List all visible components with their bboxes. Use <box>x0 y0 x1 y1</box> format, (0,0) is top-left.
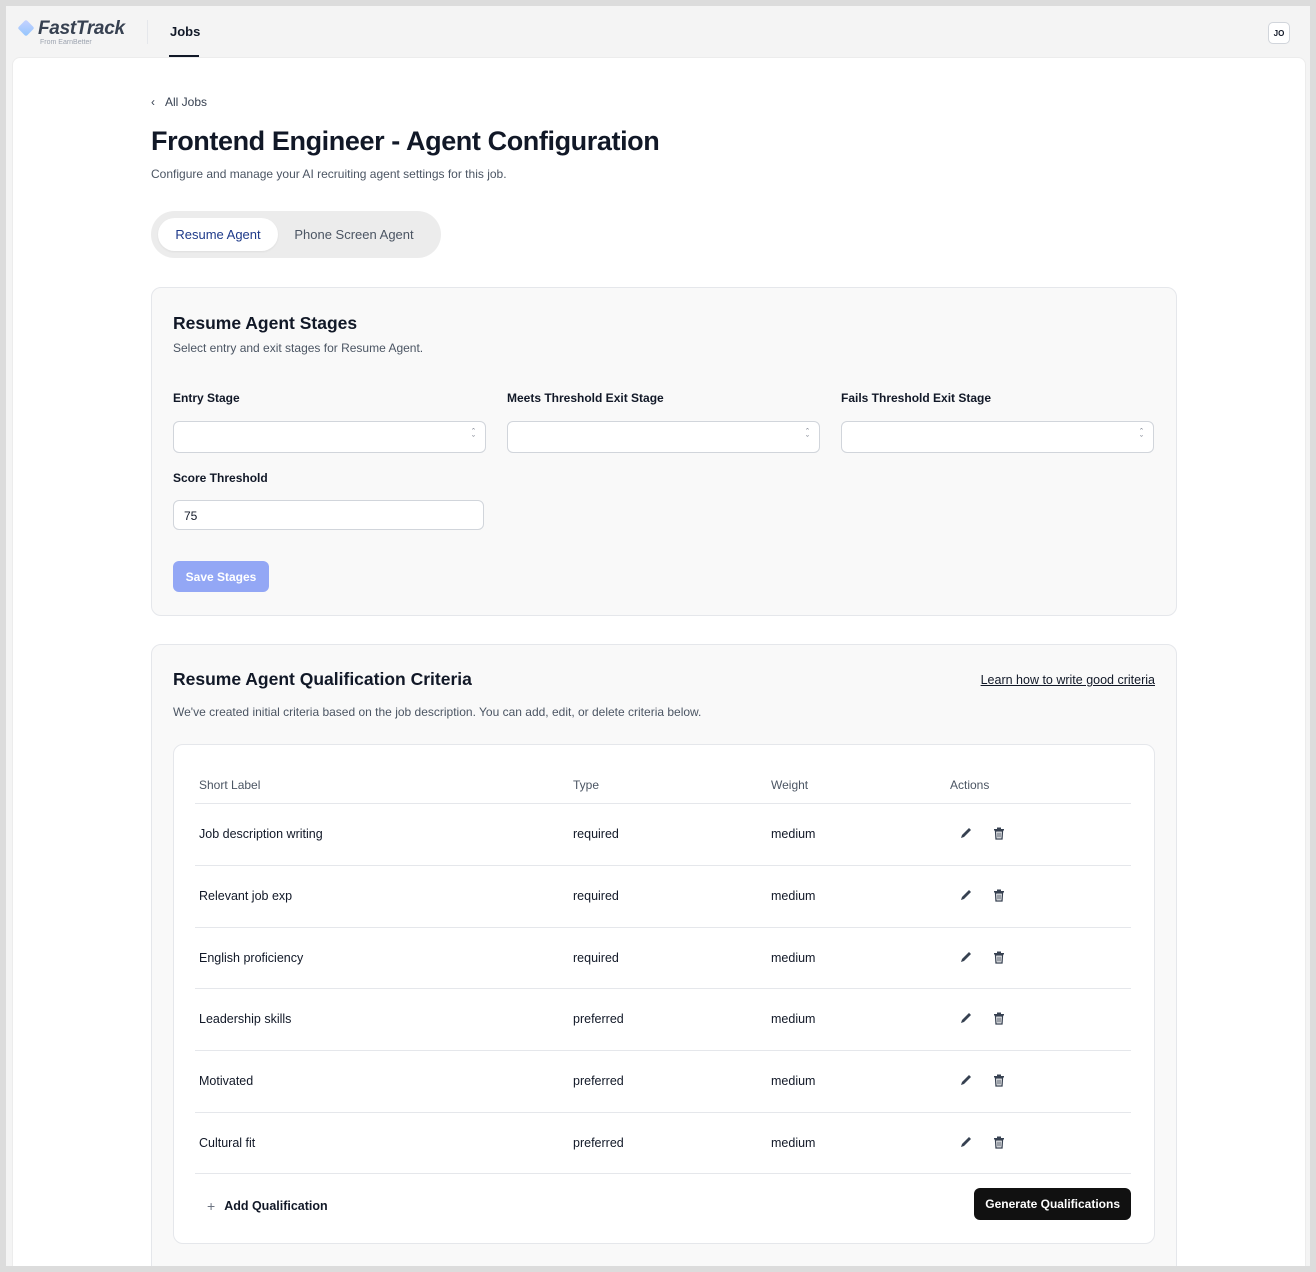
edit-pencil-icon[interactable] <box>957 886 975 904</box>
score-threshold-label: Score Threshold <box>173 471 268 485</box>
column-header-weight: Weight <box>771 778 809 792</box>
top-navigation: FastTrack From EarnBetter Jobs JO <box>6 6 1310 58</box>
score-threshold-input[interactable]: 75 <box>173 500 484 530</box>
trash-icon[interactable] <box>990 886 1008 904</box>
column-header-type: Type <box>573 778 600 792</box>
main-content: ‹ All Jobs Frontend Engineer - Agent Con… <box>12 57 1306 1266</box>
trash-icon[interactable] <box>990 824 1008 842</box>
trash-icon[interactable] <box>990 1071 1008 1089</box>
row-weight: medium <box>771 1074 816 1088</box>
nav-jobs-tab[interactable]: Jobs <box>170 24 200 39</box>
row-type: required <box>573 889 619 903</box>
trash-icon[interactable] <box>990 1009 1008 1027</box>
row-weight: medium <box>771 827 816 841</box>
row-weight: medium <box>771 951 816 965</box>
logo-diamond-icon <box>17 19 35 37</box>
tab-phone-screen-agent[interactable]: Phone Screen Agent <box>284 218 424 251</box>
save-stages-button[interactable]: Save Stages <box>173 561 269 592</box>
column-header-short-label: Short Label <box>199 778 261 792</box>
trash-icon[interactable] <box>990 1133 1008 1151</box>
edit-pencil-icon[interactable] <box>957 1009 975 1027</box>
select-arrows-icon: ˆˇ <box>472 427 475 444</box>
row-label: Relevant job exp <box>199 889 293 903</box>
nav-divider <box>147 20 148 44</box>
stages-title: Resume Agent Stages <box>173 313 358 333</box>
back-chevron-icon: ‹ <box>151 95 155 109</box>
add-qualification-button[interactable]: + Add Qualification <box>207 1198 328 1214</box>
entry-stage-label: Entry Stage <box>173 391 240 405</box>
criteria-subtitle: We've created initial criteria based on … <box>173 705 702 719</box>
table-row: English proficiency required medium <box>195 927 1131 990</box>
fails-threshold-exit-select[interactable]: ˆˇ <box>841 421 1154 453</box>
meets-threshold-label: Meets Threshold Exit Stage <box>507 391 664 405</box>
meets-threshold-exit-select[interactable]: ˆˇ <box>507 421 820 453</box>
row-weight: medium <box>771 1136 816 1150</box>
edit-pencil-icon[interactable] <box>957 1133 975 1151</box>
add-qualification-label: Add Qualification <box>224 1199 328 1213</box>
row-type: preferred <box>573 1074 624 1088</box>
row-label: Cultural fit <box>199 1136 256 1150</box>
row-type: preferred <box>573 1012 624 1026</box>
table-row: Cultural fit preferred medium <box>195 1112 1131 1175</box>
edit-pencil-icon[interactable] <box>957 824 975 842</box>
brand-name: FastTrack <box>38 18 125 39</box>
row-label: Job description writing <box>199 827 323 841</box>
agent-tabs: Resume Agent Phone Screen Agent <box>151 211 441 258</box>
page-subtitle: Configure and manage your AI recruiting … <box>151 167 507 181</box>
row-label: English proficiency <box>199 951 304 965</box>
row-type: required <box>573 827 619 841</box>
brand-subtitle: From EarnBetter <box>40 39 92 46</box>
learn-criteria-link[interactable]: Learn how to write good criteria <box>981 673 1155 687</box>
resume-agent-stages-card: Resume Agent Stages Select entry and exi… <box>151 287 1177 616</box>
edit-pencil-icon[interactable] <box>957 1071 975 1089</box>
entry-stage-select[interactable]: ˆˇ <box>173 421 486 453</box>
table-row: Motivated preferred medium <box>195 1050 1131 1113</box>
row-label: Motivated <box>199 1074 254 1088</box>
select-arrows-icon: ˆˇ <box>806 427 809 444</box>
edit-pencil-icon[interactable] <box>957 948 975 966</box>
row-type: preferred <box>573 1136 624 1150</box>
stages-subtitle: Select entry and exit stages for Resume … <box>173 341 424 355</box>
row-type: required <box>573 951 619 965</box>
plus-icon: + <box>207 1198 216 1214</box>
qualification-criteria-card: Resume Agent Qualification Criteria Lear… <box>151 644 1177 1266</box>
back-to-all-jobs-link[interactable]: ‹ All Jobs <box>151 95 207 109</box>
select-arrows-icon: ˆˇ <box>1140 427 1143 444</box>
table-row: Job description writing required medium <box>195 803 1131 866</box>
table-footer: + Add Qualification Generate Qualificati… <box>195 1173 1131 1236</box>
table-row: Relevant job exp required medium <box>195 865 1131 928</box>
app-window: FastTrack From EarnBetter Jobs JO ‹ All … <box>6 6 1310 1266</box>
row-weight: medium <box>771 889 816 903</box>
trash-icon[interactable] <box>990 948 1008 966</box>
row-weight: medium <box>771 1012 816 1026</box>
tab-resume-agent[interactable]: Resume Agent <box>158 218 278 251</box>
table-row: Leadership skills preferred medium <box>195 988 1131 1051</box>
generate-qualifications-button[interactable]: Generate Qualifications <box>974 1188 1131 1220</box>
row-label: Leadership skills <box>199 1012 292 1026</box>
column-header-actions: Actions <box>950 778 990 792</box>
user-avatar[interactable]: JO <box>1268 22 1290 44</box>
criteria-table: Short Label Type Weight Actions Job desc… <box>173 744 1155 1244</box>
page-title: Frontend Engineer - Agent Configuration <box>151 126 660 156</box>
back-link-label: All Jobs <box>165 95 208 109</box>
criteria-title: Resume Agent Qualification Criteria <box>173 669 472 689</box>
fails-threshold-label: Fails Threshold Exit Stage <box>841 391 992 405</box>
